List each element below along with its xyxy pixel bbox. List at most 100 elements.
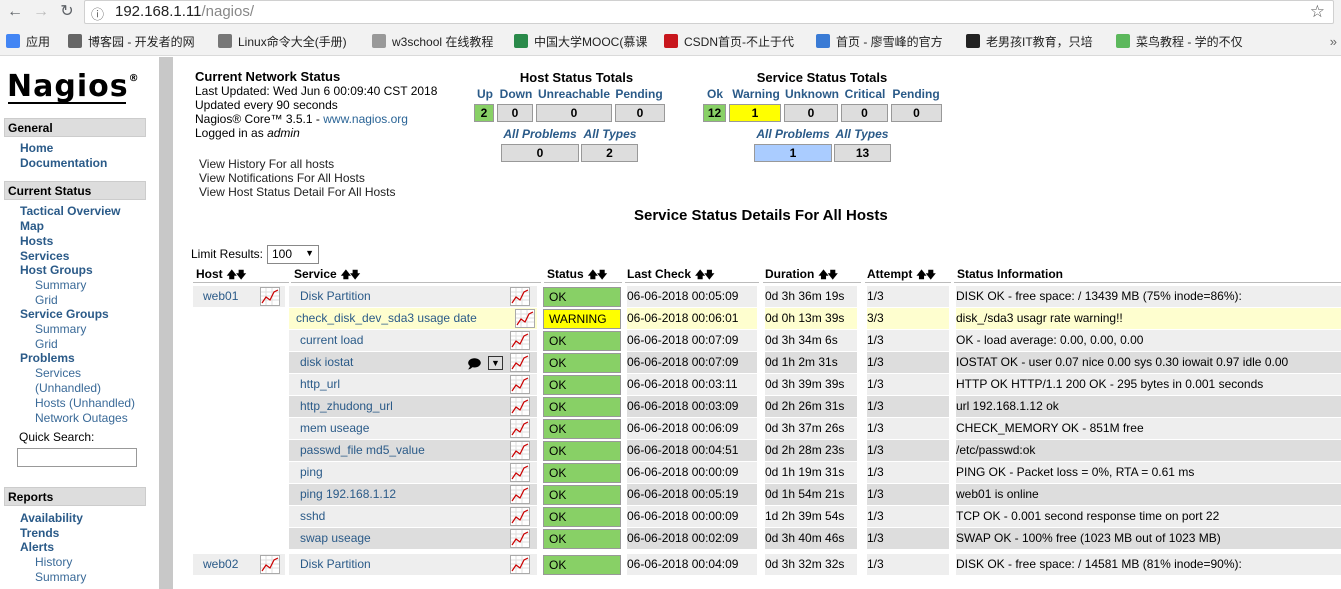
svc-hdr-critical[interactable]: Critical: [840, 87, 890, 101]
bookmark-1[interactable]: 博客园 - 开发者的网: [68, 33, 218, 51]
nav-network-outages[interactable]: Network Outages: [35, 411, 128, 425]
col-service[interactable]: Service 🡅🡇: [291, 267, 541, 283]
service-graph-icon[interactable]: [510, 287, 530, 306]
nav-map[interactable]: Map: [20, 219, 44, 233]
nav-sg-summary[interactable]: Summary: [35, 322, 86, 336]
service-graph-icon[interactable]: [510, 555, 530, 574]
service-graph-icon[interactable]: [510, 485, 530, 504]
svc-hdr-unknown[interactable]: Unknown: [784, 87, 840, 101]
bookmark-7[interactable]: 老男孩IT教育，只培: [966, 33, 1106, 51]
nav-problems[interactable]: Problems: [20, 351, 75, 365]
svc-hdr-warning[interactable]: Warning: [728, 87, 784, 101]
page-info-icon[interactable]: ⓘ: [91, 4, 104, 23]
service-graph-icon[interactable]: [510, 463, 530, 482]
host-all-problems-count[interactable]: 0: [501, 144, 579, 162]
link-host-status-detail[interactable]: View Host Status Detail For All Hosts: [199, 185, 396, 199]
svc-unknown-count[interactable]: 0: [784, 104, 838, 122]
bookmark-4[interactable]: 中国大学MOOC(慕课: [514, 33, 654, 51]
nav-alert-summary[interactable]: Summary: [35, 570, 86, 584]
bookmark-8[interactable]: 菜鸟教程 - 学的不仅: [1116, 33, 1256, 51]
bookmark-3[interactable]: w3school 在线教程: [372, 33, 502, 51]
nav-problem-services-unhandled[interactable]: (Unhandled): [35, 381, 101, 395]
nav-service-groups[interactable]: Service Groups: [20, 307, 109, 321]
nav-sg-grid[interactable]: Grid: [35, 337, 58, 351]
col-attempt[interactable]: Attempt 🡅🡇: [865, 267, 951, 283]
forward-icon[interactable]: →: [30, 1, 52, 23]
service-name[interactable]: check_disk_dev_sda3 usage date: [289, 308, 537, 329]
svc-hdr-ok[interactable]: Ok: [702, 87, 728, 101]
col-status[interactable]: Status 🡅🡇: [544, 267, 622, 283]
host-hdr-unreachable[interactable]: Unreachable: [535, 87, 613, 101]
host-all-types-hdr[interactable]: All Types: [584, 127, 637, 141]
svc-warning-count[interactable]: 1: [729, 104, 781, 122]
service-name[interactable]: http_url: [289, 374, 537, 395]
host-unreachable-count[interactable]: 0: [536, 104, 612, 122]
service-name[interactable]: mem useage: [289, 418, 537, 439]
svc-pending-count[interactable]: 0: [891, 104, 942, 122]
service-name[interactable]: sshd: [289, 506, 537, 527]
nagios-logo[interactable]: Nagios®: [7, 69, 140, 104]
sidebar-scrollbar[interactable]: [159, 57, 173, 589]
host-all-problems-hdr[interactable]: All Problems: [503, 127, 576, 141]
service-graph-icon[interactable]: [510, 353, 530, 372]
bookmark-star-icon[interactable]: ☆: [1310, 2, 1325, 22]
service-graph-icon[interactable]: [510, 419, 530, 438]
service-graph-icon[interactable]: [515, 309, 535, 328]
nav-alerts[interactable]: Alerts: [20, 540, 54, 554]
service-name[interactable]: passwd_file md5_value: [289, 440, 537, 461]
svc-critical-count[interactable]: 0: [841, 104, 888, 122]
limit-results-select[interactable]: 100 ▼: [267, 245, 319, 264]
quick-search-input[interactable]: [17, 448, 137, 467]
service-name[interactable]: http_zhudong_url: [289, 396, 537, 417]
service-name[interactable]: Disk Partition: [289, 286, 537, 307]
nav-home[interactable]: Home: [20, 141, 53, 155]
nav-tactical-overview[interactable]: Tactical Overview: [20, 204, 121, 218]
nav-alert-history[interactable]: History: [35, 555, 72, 569]
link-history[interactable]: View History For all hosts: [199, 157, 396, 171]
host-pending-count[interactable]: 0: [615, 104, 665, 122]
nav-problem-hosts[interactable]: Hosts (Unhandled): [35, 396, 135, 410]
bookmark-6[interactable]: 首页 - 廖雪峰的官方: [816, 33, 956, 51]
svc-all-types-hdr[interactable]: All Types: [836, 127, 889, 141]
reload-icon[interactable]: ↻: [56, 1, 78, 23]
nav-availability[interactable]: Availability: [20, 511, 83, 525]
service-graph-icon[interactable]: [510, 529, 530, 548]
address-bar[interactable]: ⓘ 192.168.1.11/nagios/ ☆: [84, 0, 1334, 24]
col-host[interactable]: Host 🡅🡇: [193, 267, 289, 283]
service-name[interactable]: ping 192.168.1.12: [289, 484, 537, 505]
host-all-types-count[interactable]: 2: [581, 144, 638, 162]
host-up-count[interactable]: 2: [474, 104, 494, 122]
host-hdr-pending[interactable]: Pending: [613, 87, 665, 101]
service-graph-icon[interactable]: [510, 507, 530, 526]
svc-hdr-pending[interactable]: Pending: [890, 87, 942, 101]
back-icon[interactable]: ←: [4, 1, 26, 23]
service-graph-icon[interactable]: [510, 441, 530, 460]
bookmark-5[interactable]: CSDN首页-不止于代: [664, 33, 804, 51]
service-graph-icon[interactable]: [510, 331, 530, 350]
nav-documentation[interactable]: Documentation: [20, 156, 107, 170]
url-text[interactable]: 192.168.1.11/nagios/: [115, 3, 254, 20]
nav-hg-grid[interactable]: Grid: [35, 293, 58, 307]
nagios-org-link[interactable]: www.nagios.org: [323, 112, 408, 126]
col-duration[interactable]: Duration 🡅🡇: [763, 267, 861, 283]
bookmarks-overflow-icon[interactable]: »: [1330, 34, 1337, 49]
service-name[interactable]: Disk Partition: [289, 554, 537, 575]
col-last-check[interactable]: Last Check 🡅🡇: [625, 267, 759, 283]
service-name[interactable]: swap useage: [289, 528, 537, 549]
service-name[interactable]: current load: [289, 330, 537, 351]
service-graph-icon[interactable]: [510, 375, 530, 394]
bookmark-0[interactable]: 应用: [6, 33, 62, 51]
svc-all-problems-count[interactable]: 1: [754, 144, 832, 162]
nav-hosts[interactable]: Hosts: [20, 234, 53, 248]
svc-ok-count[interactable]: 12: [703, 104, 726, 122]
link-notifications[interactable]: View Notifications For All Hosts: [199, 171, 396, 185]
nav-hg-summary[interactable]: Summary: [35, 278, 86, 292]
nav-host-groups[interactable]: Host Groups: [20, 263, 93, 277]
bookmark-2[interactable]: Linux命令大全(手册): [218, 33, 358, 51]
svc-all-problems-hdr[interactable]: All Problems: [756, 127, 829, 141]
nav-trends[interactable]: Trends: [20, 526, 59, 540]
svc-all-types-count[interactable]: 13: [834, 144, 891, 162]
passive-check-icon[interactable]: ▼: [488, 356, 503, 370]
host-hdr-down[interactable]: Down: [497, 87, 535, 101]
host-down-count[interactable]: 0: [497, 104, 533, 122]
